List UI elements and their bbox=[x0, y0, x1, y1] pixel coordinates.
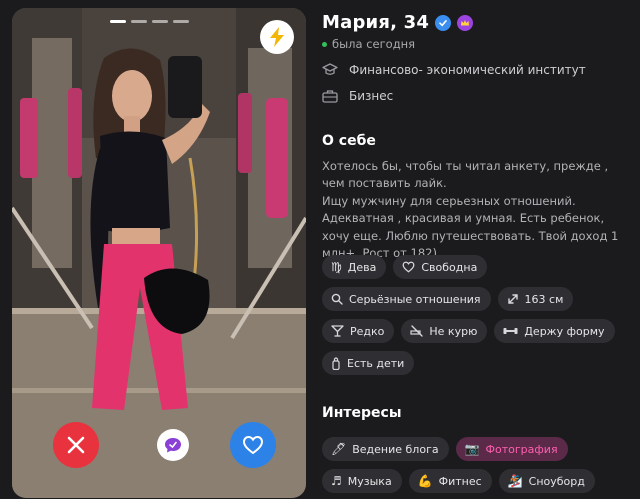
interest-label: Ведение блога bbox=[352, 442, 439, 456]
search-icon bbox=[331, 293, 343, 305]
cocktail-glass-icon bbox=[331, 325, 344, 337]
heart-icon bbox=[242, 435, 264, 455]
tag-label: Дева bbox=[347, 260, 377, 274]
education-row: Финансово- экономический институт bbox=[322, 63, 586, 77]
profile-photo[interactable] bbox=[12, 8, 306, 498]
graduation-cap-icon bbox=[322, 63, 338, 75]
interest-label: Сноуборд bbox=[528, 474, 585, 488]
online-status: была сегодня bbox=[322, 37, 415, 51]
interest-label: Музыка bbox=[347, 474, 392, 488]
interest-fitness: 💪 Фитнес bbox=[408, 469, 492, 493]
message-button[interactable] bbox=[157, 429, 189, 461]
interests-row: 🖊 Ведение блога 📷 Фотография bbox=[322, 437, 568, 461]
camera-icon: 📷 bbox=[464, 442, 480, 456]
tag-zodiac: ♍ Дева bbox=[322, 255, 387, 279]
interest-snowboard: 🏂 Сноуборд bbox=[498, 469, 595, 493]
virgo-icon: ♍ bbox=[331, 260, 342, 274]
tag-kids: Есть дети bbox=[322, 351, 415, 375]
about-text: Хотелось бы, чтобы ты читал анкету, преж… bbox=[322, 158, 622, 262]
interests-row: ♬ Музыка 💪 Фитнес 🏂 Сноуборд bbox=[322, 469, 595, 493]
photo-progress-segment bbox=[131, 20, 147, 23]
interest-music: ♬ Музыка bbox=[322, 469, 402, 493]
tag-height: 163 см bbox=[497, 287, 574, 311]
interest-label: Фотография bbox=[485, 442, 558, 456]
lightning-icon bbox=[270, 27, 284, 47]
dumbbell-icon bbox=[503, 328, 518, 334]
tag-label: 163 см bbox=[524, 292, 564, 306]
photo-progress-indicator bbox=[110, 20, 189, 23]
tag-label: Есть дети bbox=[347, 356, 405, 370]
name-row: Мария, 34 bbox=[322, 12, 474, 33]
tag-goal: Серьёзные отношения bbox=[322, 287, 491, 311]
tag-label: Редко bbox=[350, 324, 385, 338]
profile-name-age: Мария, 34 bbox=[322, 12, 430, 33]
online-dot-icon bbox=[322, 41, 327, 47]
baby-bottle-icon bbox=[332, 356, 340, 370]
tag-label: Серьёзные отношения bbox=[349, 292, 481, 306]
tags-row: Редко Не курю Держу форму bbox=[322, 319, 615, 343]
verified-badge-icon bbox=[435, 14, 452, 31]
snowboarder-icon: 🏂 bbox=[507, 474, 523, 488]
about-title: О себе bbox=[322, 133, 376, 149]
interest-photography: 📷 Фотография bbox=[455, 437, 568, 461]
close-icon bbox=[67, 436, 85, 454]
tags-row: ♍ Дева Свободна bbox=[322, 255, 488, 279]
tag-fitness: Держу форму bbox=[494, 319, 615, 343]
flexed-arm-icon: 💪 bbox=[417, 474, 433, 488]
no-smoking-icon bbox=[410, 325, 424, 337]
photo-progress-segment bbox=[152, 20, 168, 23]
tag-relationship: Свободна bbox=[393, 255, 488, 279]
profile-details-panel: Мария, 34 была сегодня Финансово- эконом… bbox=[322, 0, 634, 499]
about-paragraph: Хотелось бы, чтобы ты читал анкету, преж… bbox=[322, 159, 609, 191]
about-paragraph: Ищу мужчину для серьезных отношений. Аде… bbox=[322, 193, 619, 261]
interests-title: Интересы bbox=[322, 405, 402, 421]
dislike-button[interactable] bbox=[53, 422, 99, 468]
education-text: Финансово- экономический институт bbox=[349, 63, 586, 77]
photo-progress-segment bbox=[173, 20, 189, 23]
music-note-icon: ♬ bbox=[331, 474, 342, 488]
boost-button[interactable] bbox=[260, 20, 294, 54]
briefcase-icon bbox=[322, 90, 338, 103]
tags-row: Серьёзные отношения 163 см bbox=[322, 287, 574, 311]
crown-badge-icon bbox=[457, 14, 474, 31]
tag-smoking: Не курю bbox=[401, 319, 488, 343]
like-button[interactable] bbox=[230, 422, 276, 468]
work-text: Бизнес bbox=[349, 89, 394, 103]
resize-arrows-icon bbox=[507, 294, 518, 304]
photo-progress-segment bbox=[110, 20, 126, 23]
pen-icon: 🖊 bbox=[331, 442, 347, 456]
tag-label: Держу форму bbox=[524, 324, 605, 338]
chat-icon bbox=[165, 438, 181, 453]
heart-outline-icon bbox=[402, 261, 415, 273]
interest-label: Фитнес bbox=[438, 474, 482, 488]
tag-label: Свободна bbox=[421, 260, 478, 274]
work-row: Бизнес bbox=[322, 89, 393, 103]
interest-blogging: 🖊 Ведение блога bbox=[322, 437, 449, 461]
tag-alcohol: Редко bbox=[322, 319, 395, 343]
last-seen-text: была сегодня bbox=[332, 37, 416, 51]
tag-label: Не курю bbox=[429, 324, 478, 338]
tags-row: Есть дети bbox=[322, 351, 415, 375]
